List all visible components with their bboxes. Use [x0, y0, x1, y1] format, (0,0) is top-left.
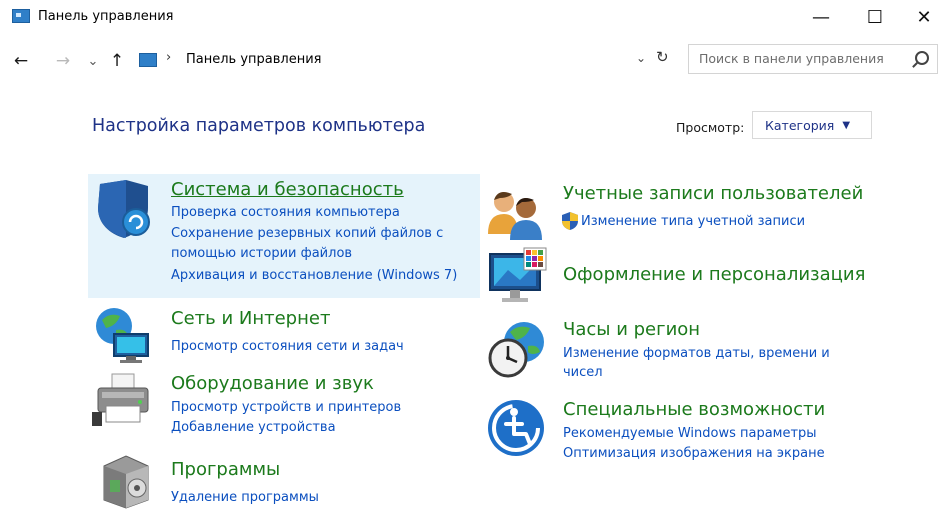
view-by-value: Категория	[765, 117, 835, 133]
recent-locations-button[interactable]: ⌄	[82, 50, 104, 72]
category-title-user-accounts[interactable]: Учетные записи пользователей	[563, 183, 863, 204]
link-uninstall-program[interactable]: Удаление программы	[171, 488, 319, 508]
minimize-button[interactable]: —	[798, 0, 844, 34]
view-by-dropdown[interactable]: Категория ▼	[752, 111, 872, 139]
view-by-label: Просмотр:	[676, 120, 745, 135]
accessibility-icon[interactable]	[486, 398, 548, 460]
link-network-status[interactable]: Просмотр состояния сети и задач	[171, 337, 404, 357]
back-button[interactable]: ←	[10, 50, 32, 72]
search-box[interactable]	[688, 44, 938, 74]
link-check-computer-status[interactable]: Проверка состояния компьютера	[171, 203, 400, 223]
page-title: Настройка параметров компьютера	[92, 116, 426, 136]
control-panel-icon	[139, 53, 157, 67]
category-title-clock-region[interactable]: Часы и регион	[563, 319, 700, 340]
link-add-device[interactable]: Добавление устройства	[171, 418, 336, 438]
breadcrumb-control-panel[interactable]: Панель управления	[186, 52, 322, 67]
network-globe-icon[interactable]	[92, 304, 154, 366]
category-title-system-security[interactable]: Система и безопасность	[171, 179, 404, 200]
link-change-date-formats-line1[interactable]: Изменение форматов даты, времени и	[563, 344, 830, 364]
window-title: Панель управления	[38, 9, 174, 24]
control-panel-icon	[12, 9, 30, 23]
search-input[interactable]	[697, 50, 906, 67]
link-optimize-display[interactable]: Оптимизация изображения на экране	[563, 444, 825, 464]
link-file-history-line1[interactable]: Сохранение резервных копий файлов с	[171, 224, 443, 244]
category-title-network-internet[interactable]: Сеть и Интернет	[171, 308, 330, 329]
breadcrumb-separator[interactable]: ›	[166, 50, 171, 65]
monitor-palette-icon[interactable]	[486, 246, 548, 308]
programs-box-icon[interactable]	[96, 448, 158, 510]
maximize-button[interactable]: ☐	[852, 0, 898, 34]
title-bar: Панель управления — ☐ ✕	[0, 0, 942, 36]
clock-globe-icon[interactable]	[486, 318, 548, 380]
refresh-icon[interactable]: ↻	[656, 48, 669, 66]
up-button[interactable]: ↑	[106, 50, 128, 72]
users-icon[interactable]	[486, 186, 548, 248]
category-title-hardware-sound[interactable]: Оборудование и звук	[171, 373, 374, 394]
search-icon[interactable]	[915, 51, 929, 65]
shield-icon[interactable]	[92, 178, 154, 240]
link-recommended-settings[interactable]: Рекомендуемые Windows параметры	[563, 424, 817, 444]
uac-shield-icon	[562, 212, 578, 230]
link-change-account-type[interactable]: Изменение типа учетной записи	[581, 212, 805, 232]
link-change-date-formats-line2[interactable]: чисел	[563, 363, 603, 383]
dropdown-arrow-icon: ▼	[842, 119, 851, 131]
close-button[interactable]: ✕	[906, 0, 942, 34]
link-backup-restore[interactable]: Архивация и восстановление (Windows 7)	[171, 266, 457, 286]
category-title-ease-of-access[interactable]: Специальные возможности	[563, 399, 825, 420]
category-title-appearance-personalization[interactable]: Оформление и персонализация	[563, 264, 865, 285]
address-dropdown-icon[interactable]: ⌄	[636, 51, 646, 65]
category-title-programs[interactable]: Программы	[171, 459, 280, 480]
printer-icon[interactable]	[92, 368, 154, 430]
link-file-history-line2[interactable]: помощью истории файлов	[171, 244, 352, 264]
forward-button[interactable]: →	[52, 50, 74, 72]
link-devices-printers[interactable]: Просмотр устройств и принтеров	[171, 398, 401, 418]
